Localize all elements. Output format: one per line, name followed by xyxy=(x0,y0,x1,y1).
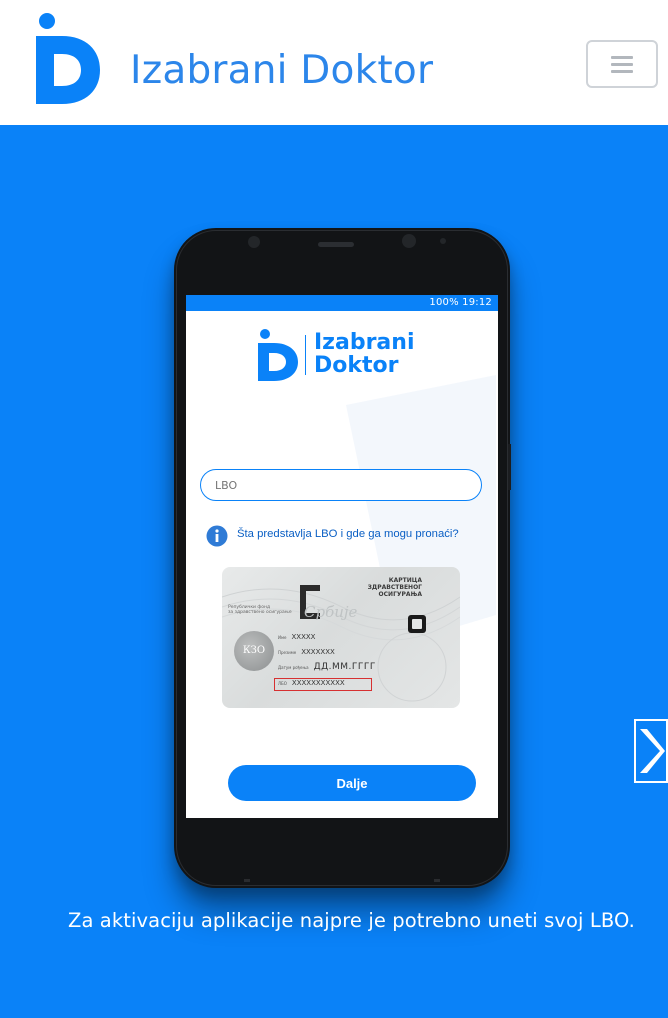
phone-screen: 100% 19:12 Izabrani Doktor Šta predstavl… xyxy=(186,295,498,818)
card-field-value: XXXXXXXXXXX xyxy=(291,679,345,687)
phone-side-button xyxy=(508,444,511,490)
hamburger-menu-icon xyxy=(611,56,633,59)
phone-sensor xyxy=(248,236,260,248)
phone-detail xyxy=(244,879,250,882)
health-insurance-card-image: КАРТИЦА ЗДРАВСТВЕНОГ ОСИГУРАЊА Србије Ре… xyxy=(222,567,460,708)
izabrani-doktor-logo-icon[interactable] xyxy=(36,12,100,104)
card-field-value: XXXXXXX xyxy=(301,648,335,656)
hamburger-line xyxy=(611,63,633,66)
card-field-value: ДД.ММ.ГГГГ xyxy=(313,662,376,672)
phone-flash xyxy=(440,238,446,244)
card-seal: КЗО xyxy=(234,631,274,671)
logo-divider xyxy=(305,335,306,375)
app-name-line2: Doktor xyxy=(314,353,399,378)
status-bar-text: 100% 19:12 xyxy=(429,297,492,308)
app-logo-icon xyxy=(258,329,298,381)
app-name: Izabrani Doktor xyxy=(314,331,444,377)
next-button[interactable]: Dalje xyxy=(228,765,476,801)
slide-caption: Za aktivaciju aplikacije najpre je potre… xyxy=(68,909,635,932)
card-country: Србије xyxy=(304,603,358,621)
phone-front-camera xyxy=(402,234,416,248)
card-name-field: Име XXXXX xyxy=(278,633,315,641)
card-title-line: ОСИГУРАЊА xyxy=(378,591,422,598)
card-field-label: Презиме xyxy=(278,650,297,655)
lbo-input[interactable] xyxy=(200,469,482,501)
card-dob-field: Датум рођења ДД.ММ.ГГГГ xyxy=(278,662,376,672)
app-name-line1: Izabrani xyxy=(314,330,415,355)
phone-detail xyxy=(434,879,440,882)
card-title-line: ЗДРАВСТВЕНОГ xyxy=(367,584,422,591)
chevron-right-icon[interactable] xyxy=(634,719,668,783)
status-bar: 100% 19:12 xyxy=(186,295,498,311)
hamburger-menu-button[interactable] xyxy=(586,40,658,88)
info-icon xyxy=(206,525,228,547)
card-field-value: XXXXX xyxy=(291,633,316,641)
card-fund-text: Републички фонд за здравствено осигурање xyxy=(228,605,292,615)
info-question-text[interactable]: Šta predstavlja LBO i gde ga mogu pronać… xyxy=(237,528,459,540)
card-field-label: Име xyxy=(278,635,287,640)
site-header: Izabrani Doktor xyxy=(0,0,668,125)
card-field-label: Датум рођења xyxy=(278,665,309,670)
card-field-label: ЛБО xyxy=(278,681,287,686)
phone-mockup: 100% 19:12 Izabrani Doktor Šta predstavl… xyxy=(174,228,511,888)
card-title: КАРТИЦА ЗДРАВСТВЕНОГ ОСИГУРАЊА xyxy=(368,577,422,598)
brand-name[interactable]: Izabrani Doktor xyxy=(130,44,433,98)
phone-speaker xyxy=(318,242,354,247)
card-lbo-field: ЛБО XXXXXXXXXXX xyxy=(278,679,345,687)
card-fund-line: за здравствено осигурање xyxy=(228,610,292,615)
card-title-line: КАРТИЦА xyxy=(388,577,422,584)
hamburger-line xyxy=(611,70,633,73)
card-surname-field: Презиме XXXXXXX xyxy=(278,648,335,656)
